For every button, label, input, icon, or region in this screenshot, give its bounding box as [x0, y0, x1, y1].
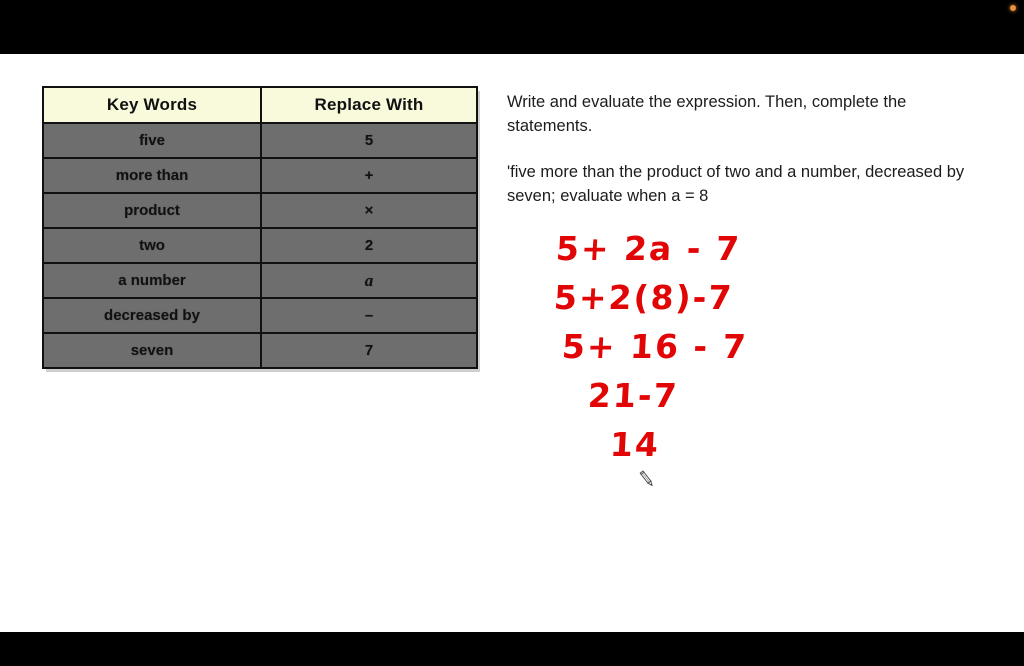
slide-canvas: Key Words Replace With five 5 more than …	[0, 54, 1024, 632]
handwritten-line: 21-7	[586, 376, 680, 415]
slide-screenshot: Key Words Replace With five 5 more than …	[0, 0, 1024, 666]
table-row: seven 7	[42, 332, 478, 369]
table-row: two 2	[42, 227, 478, 264]
handwritten-line: 5+ 16 - 7	[560, 327, 749, 366]
letterbox-bar-bottom	[0, 632, 1024, 666]
letterbox-bar-top	[0, 0, 1024, 54]
problem-prompt: Write and evaluate the expression. Then,…	[507, 90, 987, 208]
table-row: a number a	[42, 262, 478, 299]
table-header-row: Key Words Replace With	[42, 86, 478, 124]
cell-key-word: product	[42, 192, 262, 229]
cell-replace-with: 7	[260, 332, 478, 369]
column-header-replace-with: Replace With	[260, 86, 478, 124]
key-words-table: Key Words Replace With five 5 more than …	[42, 86, 478, 369]
cell-replace-with: a	[260, 262, 478, 299]
key-words-table-container: Key Words Replace With five 5 more than …	[42, 86, 480, 372]
instruction-text: Write and evaluate the expression. Then,…	[507, 93, 907, 135]
handwritten-line: 5+2(8)-7	[552, 278, 735, 317]
cell-key-word: more than	[42, 157, 262, 194]
cell-key-word: a number	[42, 262, 262, 299]
table-row: five 5	[42, 122, 478, 159]
cell-replace-with: ×	[260, 192, 478, 229]
handwritten-solution: 5+ 2a - 7 5+2(8)-7 5+ 16 - 7 21-7 14	[540, 224, 820, 469]
table-row: more than +	[42, 157, 478, 194]
cell-replace-with: –	[260, 297, 478, 334]
cell-key-word: seven	[42, 332, 262, 369]
problem-statement-text: 'five more than the product of two and a…	[507, 163, 965, 205]
handwritten-line: 14	[608, 425, 661, 464]
cell-replace-with: +	[260, 157, 478, 194]
table-row: decreased by –	[42, 297, 478, 334]
cell-replace-with: 2	[260, 227, 478, 264]
cell-key-word: two	[42, 227, 262, 264]
recording-indicator-dot	[1010, 5, 1016, 11]
table-body: five 5 more than + product × two 2 a num…	[42, 122, 478, 369]
pencil-cursor-icon	[636, 468, 658, 490]
table-row: product ×	[42, 192, 478, 229]
cell-key-word: five	[42, 122, 262, 159]
handwritten-line: 5+ 2a - 7	[554, 229, 742, 268]
cell-key-word: decreased by	[42, 297, 262, 334]
column-header-key-words: Key Words	[42, 86, 262, 124]
cell-replace-with: 5	[260, 122, 478, 159]
